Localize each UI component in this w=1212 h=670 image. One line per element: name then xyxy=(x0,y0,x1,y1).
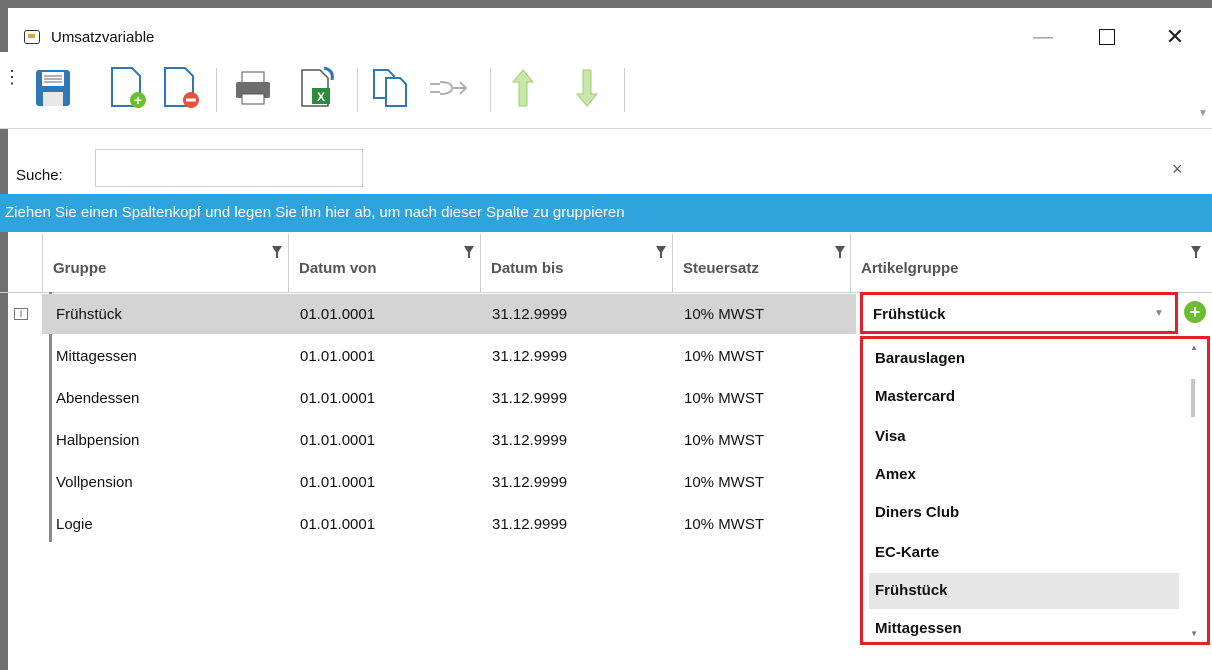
maximize-button[interactable] xyxy=(1084,20,1130,54)
maximize-icon xyxy=(1099,29,1115,45)
artikelgruppe-dropdown-list: Barauslagen Mastercard Visa Amex Diners … xyxy=(860,336,1210,645)
save-button[interactable] xyxy=(30,62,76,112)
search-input[interactable] xyxy=(95,149,363,187)
combobox-value: Frühstück xyxy=(873,306,946,323)
printer-icon xyxy=(236,71,270,105)
row-edit-icon: I xyxy=(14,308,28,320)
dropdown-option-hovered[interactable]: Frühstück xyxy=(869,573,1179,609)
artikelgruppe-combobox[interactable]: Frühstück ▼ xyxy=(860,292,1178,334)
column-header-artikelgruppe[interactable]: Artikelgruppe xyxy=(850,234,1212,292)
filter-icon[interactable] xyxy=(835,246,845,258)
move-down-button[interactable] xyxy=(564,62,610,112)
cell-datum-bis: 31.12.9999 xyxy=(492,474,568,491)
toolbar-overflow-icon[interactable]: ▼ xyxy=(1198,108,1208,119)
cell-datum-bis: 31.12.9999 xyxy=(492,516,568,533)
table-row[interactable]: Logie 01.01.0001 31.12.9999 10% MWST xyxy=(42,504,856,544)
arrow-down-icon xyxy=(575,69,599,107)
scrollbar-thumb[interactable] xyxy=(1191,379,1195,417)
floppy-disk-icon xyxy=(36,70,70,106)
toolbar-separator xyxy=(624,68,625,112)
clear-search-icon[interactable]: × xyxy=(1172,159,1183,180)
print-button[interactable] xyxy=(230,62,276,112)
add-artikelgruppe-button[interactable]: + xyxy=(1184,301,1206,323)
dropdown-option[interactable]: Amex xyxy=(869,457,1179,493)
delete-row-button[interactable] xyxy=(157,62,203,112)
copy-button[interactable] xyxy=(368,62,414,112)
dropdown-option[interactable]: Diners Club xyxy=(869,495,1179,531)
dropdown-option[interactable]: Mastercard xyxy=(869,379,1179,415)
group-panel[interactable]: Ziehen Sie einen Spaltenkopf und legen S… xyxy=(0,194,1212,232)
cell-steuersatz: 10% MWST xyxy=(684,390,765,407)
column-header-gruppe[interactable]: Gruppe xyxy=(42,234,288,292)
cell-datum-von: 01.01.0001 xyxy=(300,432,376,449)
cell-steuersatz: 10% MWST xyxy=(684,348,765,365)
copy-icon xyxy=(373,69,407,107)
export-excel-button[interactable]: X xyxy=(294,62,340,112)
toolbar-separator xyxy=(490,68,491,112)
cell-datum-bis: 31.12.9999 xyxy=(492,432,568,449)
dropdown-option[interactable]: Barauslagen xyxy=(869,341,1179,377)
scroll-up-icon[interactable]: ▲ xyxy=(1190,343,1198,352)
arrow-up-icon xyxy=(511,69,535,107)
filter-icon[interactable] xyxy=(656,246,666,258)
chevron-down-icon[interactable]: ▼ xyxy=(1154,308,1164,319)
minimize-button[interactable]: — xyxy=(1020,20,1066,54)
cell-datum-von: 01.01.0001 xyxy=(300,474,376,491)
new-document-icon: + xyxy=(111,67,146,108)
column-header-datum-von[interactable]: Datum von xyxy=(288,234,480,292)
cell-gruppe: Vollpension xyxy=(56,474,133,491)
svg-text:X: X xyxy=(317,90,325,104)
search-label: Suche: xyxy=(16,167,63,184)
table-row[interactable]: Vollpension 01.01.0001 31.12.9999 10% MW… xyxy=(42,462,856,502)
table-row[interactable]: Mittagessen 01.01.0001 31.12.9999 10% MW… xyxy=(42,336,856,376)
filter-icon[interactable] xyxy=(1191,246,1201,258)
toolbar-grip-icon[interactable]: ⋮ xyxy=(3,68,21,86)
table-row[interactable]: Halbpension 01.01.0001 31.12.9999 10% MW… xyxy=(42,420,856,460)
cell-datum-bis: 31.12.9999 xyxy=(492,390,568,407)
cell-gruppe: Halbpension xyxy=(56,432,140,449)
dropdown-option[interactable]: Mittagessen xyxy=(869,611,1179,642)
cell-datum-von: 01.01.0001 xyxy=(300,516,376,533)
link-button[interactable] xyxy=(424,62,470,112)
cell-steuersatz: 10% MWST xyxy=(684,474,765,491)
filter-icon[interactable] xyxy=(464,246,474,258)
add-row-button[interactable]: + xyxy=(104,62,150,112)
close-button[interactable]: ✕ xyxy=(1152,20,1198,54)
cell-datum-von: 01.01.0001 xyxy=(300,390,376,407)
svg-text:+: + xyxy=(134,92,142,108)
window-title: Umsatzvariable xyxy=(51,29,155,46)
title-bar[interactable]: Umsatzvariable — ✕ xyxy=(8,8,1212,58)
column-header-datum-bis[interactable]: Datum bis xyxy=(480,234,672,292)
cell-datum-von: 01.01.0001 xyxy=(300,348,376,365)
cell-steuersatz: 10% MWST xyxy=(684,306,765,323)
cell-gruppe: Logie xyxy=(56,516,93,533)
filter-icon[interactable] xyxy=(272,246,282,258)
toolbar-separator xyxy=(216,68,217,112)
cell-gruppe: Frühstück xyxy=(56,306,122,323)
excel-export-icon: X xyxy=(301,66,334,107)
column-header-steuersatz[interactable]: Steuersatz xyxy=(672,234,850,292)
table-row[interactable]: Abendessen 01.01.0001 31.12.9999 10% MWS… xyxy=(42,378,856,418)
cell-datum-bis: 31.12.9999 xyxy=(492,306,568,323)
move-up-button[interactable] xyxy=(500,62,546,112)
cell-datum-von: 01.01.0001 xyxy=(300,306,376,323)
cell-gruppe: Abendessen xyxy=(56,390,140,407)
cell-datum-bis: 31.12.9999 xyxy=(492,348,568,365)
toolbar-separator xyxy=(357,68,358,112)
cell-steuersatz: 10% MWST xyxy=(684,432,765,449)
scroll-down-icon[interactable]: ▼ xyxy=(1190,629,1198,638)
table-row[interactable]: Frühstück 01.01.0001 31.12.9999 10% MWST xyxy=(42,294,856,334)
connector-icon xyxy=(430,81,468,95)
delete-document-icon xyxy=(164,67,199,108)
grid-header: Gruppe Datum von Datum bis Steuersatz Ar… xyxy=(0,234,1212,293)
cell-steuersatz: 10% MWST xyxy=(684,516,765,533)
dropdown-option[interactable]: Visa xyxy=(869,419,1179,455)
cell-gruppe: Mittagessen xyxy=(56,348,137,365)
app-icon xyxy=(24,30,40,44)
dropdown-option[interactable]: EC-Karte xyxy=(869,535,1179,571)
